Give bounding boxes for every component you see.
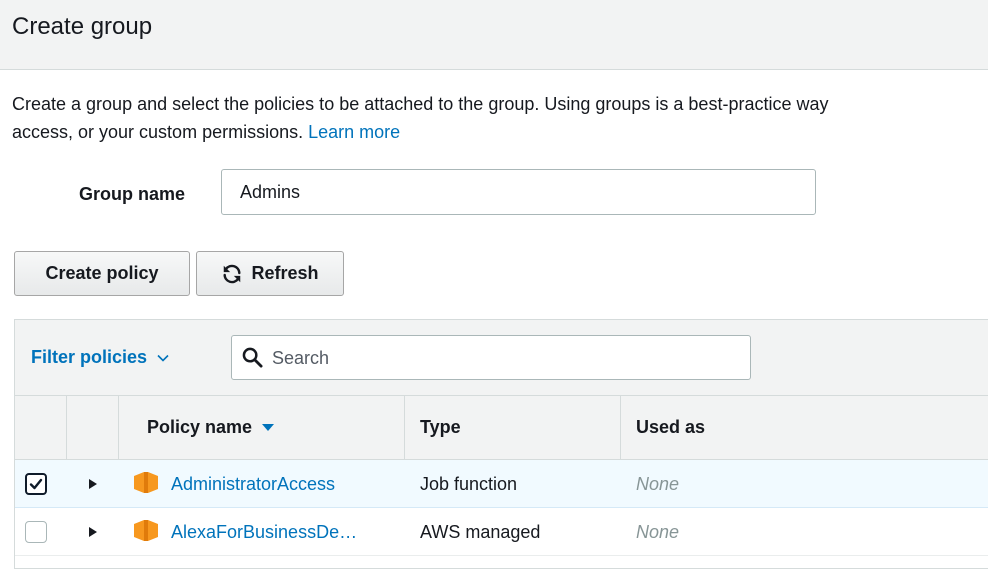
search-input[interactable] [270,336,744,381]
refresh-button[interactable]: Refresh [196,251,344,296]
description-line-2: access, or your custom permissions. Lear… [12,118,988,146]
type-header-label: Type [420,417,461,437]
refresh-label: Refresh [251,263,319,283]
policy-cube-icon [134,472,158,493]
header-policy-name[interactable]: Policy name [119,396,405,459]
row-checkbox[interactable] [25,521,47,543]
header-expand-column [67,396,119,459]
policy-used-as: None [636,522,680,542]
checkmark-icon [29,478,43,490]
filter-policies-label: Filter policies [31,347,148,367]
row-checkbox[interactable] [25,473,47,495]
policy-used-as: None [636,474,680,494]
description-line-1: Create a group and select the policies t… [12,94,829,114]
policy-cube-icon [134,520,158,541]
group-name-input[interactable] [221,169,816,215]
create-policy-button[interactable]: Create policy [14,251,190,296]
page-header: Create group [0,0,988,70]
search-box [231,335,751,381]
description-text-2: access, or your custom permissions. [12,122,304,142]
caret-right-icon[interactable] [89,527,97,537]
page-title: Create group [12,13,153,40]
description: Create a group and select the policies t… [12,90,988,146]
header-used-as[interactable]: Used as [621,396,988,459]
chevron-down-icon [157,354,169,362]
learn-more-link[interactable]: Learn more [308,122,400,142]
create-policy-label: Create policy [45,263,159,283]
header-checkbox-column [15,396,67,459]
policy-name-link[interactable]: AlexaForBusinessDe… [171,522,357,543]
policy-name-link[interactable]: AdministratorAccess [171,474,335,495]
refresh-icon [223,264,242,283]
header-type[interactable]: Type [405,396,621,459]
search-icon [242,347,263,368]
policy-type: AWS managed [420,522,541,542]
table-row[interactable]: AlexaForBusinessDe… AWS managed None [15,508,988,556]
policy-type: Job function [420,474,518,494]
filter-toolbar: Filter policies [15,320,988,396]
policies-panel: Filter policies Policy name [14,319,988,569]
filter-policies-dropdown[interactable]: Filter policies [31,347,169,368]
used-as-header-label: Used as [636,417,706,437]
sort-descending-icon [262,423,275,431]
table-header: Policy name Type Used as [15,396,988,460]
table-row[interactable]: AdministratorAccess Job function None [15,460,988,508]
caret-right-icon[interactable] [89,479,97,489]
group-name-label: Group name [79,184,186,204]
policy-name-header-label: Policy name [147,417,253,437]
